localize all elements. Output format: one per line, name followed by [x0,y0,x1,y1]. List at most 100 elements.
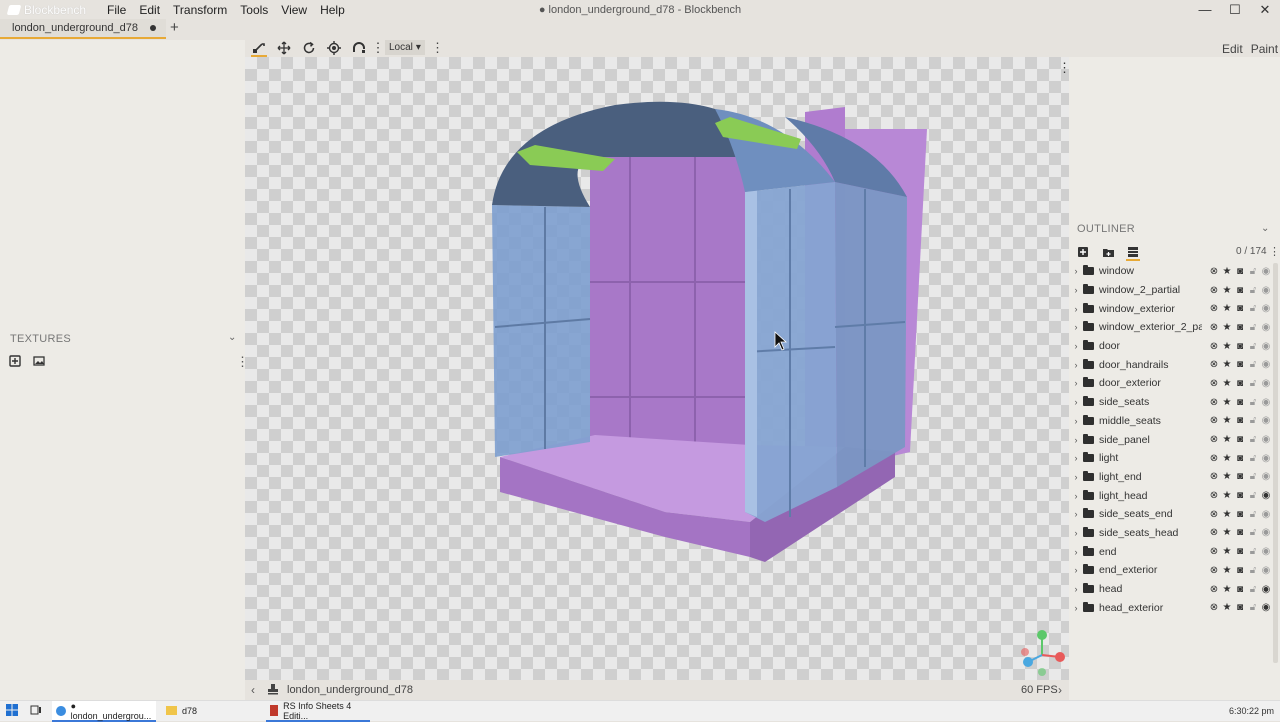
camera-toggle-icon[interactable]: ◙ [1235,527,1245,538]
transform-space-select[interactable]: Local ▾ [385,40,425,55]
menu-edit[interactable]: Edit [139,3,160,17]
windows-start-icon[interactable] [6,704,18,719]
expand-chevron-icon[interactable]: › [1069,603,1083,613]
export-toggle-icon[interactable]: ⊗ [1209,415,1219,426]
lock-toggle-icon[interactable]: 🔓︎ [1248,546,1258,557]
export-toggle-icon[interactable]: ⊗ [1209,341,1219,352]
outliner-item[interactable]: › door_handrails ⊗ ★ ◙ 🔓︎ ◉ [1069,355,1272,374]
outliner-item[interactable]: › window ⊗ ★ ◙ 🔓︎ ◉ [1069,262,1272,281]
lock-toggle-icon[interactable]: 🔓︎ [1248,303,1258,314]
outliner-item[interactable]: › end_exterior ⊗ ★ ◙ 🔓︎ ◉ [1069,561,1272,580]
visibility-eye-icon[interactable]: ◉ [1261,546,1271,557]
shade-toggle-icon[interactable]: ★ [1222,565,1232,576]
visibility-eye-icon[interactable]: ◉ [1261,584,1271,595]
toolbar-more-icon[interactable]: ⋮ [431,40,444,56]
outliner-item[interactable]: › side_panel ⊗ ★ ◙ 🔓︎ ◉ [1069,430,1272,449]
chevron-right-icon[interactable]: › [1058,683,1062,697]
visibility-eye-icon[interactable]: ◉ [1261,341,1271,352]
add-group-button[interactable] [1101,245,1115,259]
camera-toggle-icon[interactable]: ◙ [1235,584,1245,595]
export-toggle-icon[interactable]: ⊗ [1209,471,1219,482]
expand-chevron-icon[interactable]: › [1069,509,1083,519]
visibility-eye-icon[interactable]: ◉ [1261,285,1271,296]
lock-toggle-icon[interactable]: 🔓︎ [1248,434,1258,445]
lock-toggle-icon[interactable]: 🔓︎ [1248,378,1258,389]
camera-toggle-icon[interactable]: ◙ [1235,378,1245,389]
new-tab-button[interactable]: + [170,19,179,36]
expand-chevron-icon[interactable]: › [1069,360,1083,370]
camera-toggle-icon[interactable]: ◙ [1235,602,1245,613]
export-toggle-icon[interactable]: ⊗ [1209,285,1219,296]
shade-toggle-icon[interactable]: ★ [1222,602,1232,613]
visibility-eye-icon[interactable]: ◉ [1261,565,1271,576]
shade-toggle-icon[interactable]: ★ [1222,341,1232,352]
camera-toggle-icon[interactable]: ◙ [1235,565,1245,576]
export-toggle-icon[interactable]: ⊗ [1209,434,1219,445]
visibility-eye-icon[interactable]: ◉ [1261,378,1271,389]
outliner-item[interactable]: › window_2_partial ⊗ ★ ◙ 🔓︎ ◉ [1069,281,1272,300]
lock-toggle-icon[interactable]: 🔓︎ [1248,453,1258,464]
outliner-item[interactable]: › side_seats_head ⊗ ★ ◙ 🔓︎ ◉ [1069,524,1272,543]
expand-chevron-icon[interactable]: › [1069,491,1083,501]
export-toggle-icon[interactable]: ⊗ [1209,490,1219,501]
pivot-tool-button[interactable] [326,40,342,56]
outliner-more-icon[interactable]: ⋮ [1269,245,1280,258]
expand-chevron-icon[interactable]: › [1069,565,1083,575]
outliner-item[interactable]: › light_end ⊗ ★ ◙ 🔓︎ ◉ [1069,468,1272,487]
visibility-eye-icon[interactable]: ◉ [1261,359,1271,370]
camera-toggle-icon[interactable]: ◙ [1235,546,1245,557]
visibility-eye-icon[interactable]: ◉ [1261,527,1271,538]
shade-toggle-icon[interactable]: ★ [1222,397,1232,408]
visibility-eye-icon[interactable]: ◉ [1261,509,1271,520]
visibility-eye-icon[interactable]: ◉ [1261,266,1271,277]
lock-toggle-icon[interactable]: 🔓︎ [1248,341,1258,352]
lock-toggle-icon[interactable]: 🔓︎ [1248,602,1258,613]
vertex-snap-tool-button[interactable] [351,40,367,56]
export-toggle-icon[interactable]: ⊗ [1209,509,1219,520]
shade-toggle-icon[interactable]: ★ [1222,322,1232,333]
export-toggle-icon[interactable]: ⊗ [1209,527,1219,538]
camera-toggle-icon[interactable]: ◙ [1235,415,1245,426]
lock-toggle-icon[interactable]: 🔓︎ [1248,285,1258,296]
expand-chevron-icon[interactable]: › [1069,341,1083,351]
lock-toggle-icon[interactable]: 🔓︎ [1248,471,1258,482]
add-cube-button[interactable] [1076,245,1090,259]
shade-toggle-icon[interactable]: ★ [1222,527,1232,538]
shade-toggle-icon[interactable]: ★ [1222,453,1232,464]
shade-toggle-icon[interactable]: ★ [1222,584,1232,595]
expand-chevron-icon[interactable]: › [1069,285,1083,295]
outliner-item[interactable]: › end ⊗ ★ ◙ 🔓︎ ◉ [1069,542,1272,561]
lock-toggle-icon[interactable]: 🔓︎ [1248,266,1258,277]
outliner-item[interactable]: › door_exterior ⊗ ★ ◙ 🔓︎ ◉ [1069,374,1272,393]
import-texture-button[interactable] [32,354,46,368]
outliner-item[interactable]: › window_exterior ⊗ ★ ◙ 🔓︎ ◉ [1069,299,1272,318]
shade-toggle-icon[interactable]: ★ [1222,490,1232,501]
maximize-button[interactable]: ☐ [1220,0,1250,19]
lock-toggle-icon[interactable]: 🔓︎ [1248,509,1258,520]
outliner-item[interactable]: › light_head ⊗ ★ ◙ 🔓︎ ◉ [1069,486,1272,505]
visibility-eye-icon[interactable]: ◉ [1261,602,1271,613]
lock-toggle-icon[interactable]: 🔓︎ [1248,397,1258,408]
shade-toggle-icon[interactable]: ★ [1222,359,1232,370]
shade-toggle-icon[interactable]: ★ [1222,415,1232,426]
lock-toggle-icon[interactable]: 🔓︎ [1248,584,1258,595]
lock-toggle-icon[interactable]: 🔓︎ [1248,490,1258,501]
expand-chevron-icon[interactable]: › [1069,435,1083,445]
menu-transform[interactable]: Transform [173,3,227,17]
outliner-item[interactable]: › window_exterior_2_partial ⊗★◙🔓︎◉ [1069,318,1272,337]
visibility-eye-icon[interactable]: ◉ [1261,303,1271,314]
outliner-collapse-chevron-icon[interactable]: ⌄ [1261,223,1269,234]
lock-toggle-icon[interactable]: 🔓︎ [1248,359,1258,370]
shade-toggle-icon[interactable]: ★ [1222,509,1232,520]
export-toggle-icon[interactable]: ⊗ [1209,602,1219,613]
visibility-eye-icon[interactable]: ◉ [1261,322,1271,333]
camera-toggle-icon[interactable]: ◙ [1235,285,1245,296]
export-toggle-icon[interactable]: ⊗ [1209,546,1219,557]
expand-chevron-icon[interactable]: › [1069,378,1083,388]
expand-chevron-icon[interactable]: › [1069,547,1083,557]
camera-toggle-icon[interactable]: ◙ [1235,359,1245,370]
outliner-item[interactable]: › head ⊗ ★ ◙ 🔓︎ ◉ [1069,580,1272,599]
taskbar-item-blockbench[interactable]: ● london_undergrou... [52,701,156,722]
export-toggle-icon[interactable]: ⊗ [1209,378,1219,389]
train-car-model[interactable] [245,57,1069,680]
